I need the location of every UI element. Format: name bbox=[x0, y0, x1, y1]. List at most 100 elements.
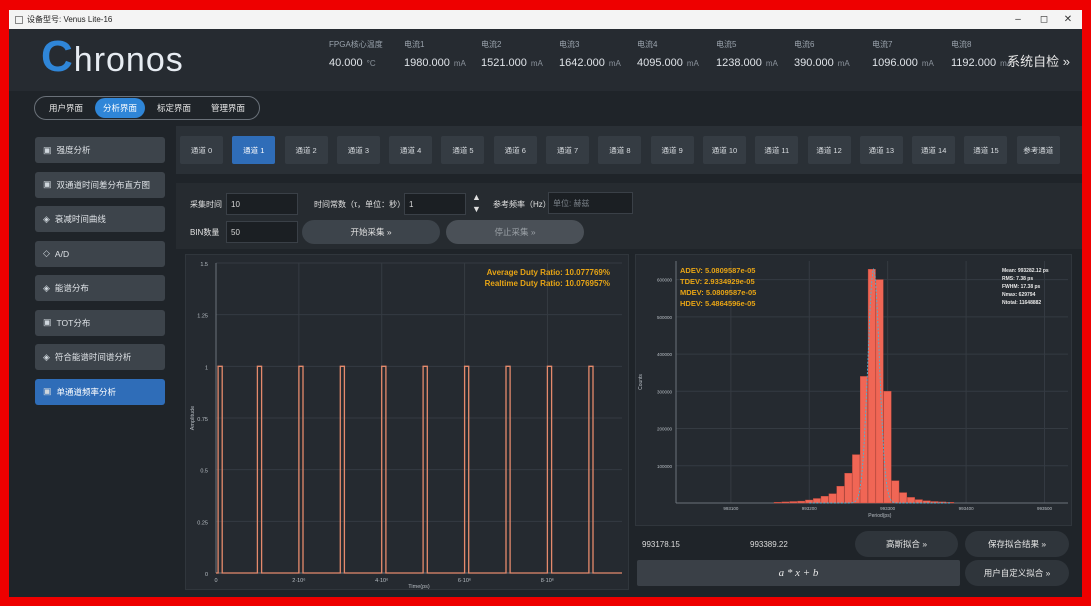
meter-1: 电流1 1980.000 mA bbox=[404, 39, 479, 69]
stop-acquisition-button[interactable]: 停止采集 » bbox=[446, 220, 584, 244]
channel-tab-0[interactable]: 通道 0 bbox=[180, 136, 223, 164]
histogram-stat-text: Mean: 993282.12 ps bbox=[1002, 268, 1049, 274]
sidebar-item-icon: ◈ bbox=[43, 213, 50, 224]
histogram-stat-text: Nmax: 629794 bbox=[1002, 292, 1036, 298]
sidebar-item-3[interactable]: ◇ A/D bbox=[35, 240, 165, 267]
meter-number: 40.000 bbox=[329, 57, 363, 69]
channel-tab-1[interactable]: 通道 1 bbox=[232, 136, 276, 164]
period-histogram-chart: 600000 500000 400000 300000 200000 100000 9931… bbox=[635, 254, 1072, 526]
channel-tab-9[interactable]: 通道 9 bbox=[650, 136, 694, 164]
meter-unit: mA bbox=[921, 59, 934, 68]
channel-tab-16[interactable]: 参考通道 bbox=[1016, 136, 1060, 164]
y-tick-label: 100000 bbox=[657, 464, 673, 469]
sidebar-item-0[interactable]: ▣ 强度分析 bbox=[35, 137, 165, 163]
histogram-bar bbox=[828, 493, 837, 504]
histogram-bar bbox=[797, 500, 806, 504]
fit-max-value[interactable]: 993389.22 bbox=[744, 531, 844, 557]
meter-label: 电流1 bbox=[404, 40, 425, 49]
custom-fit-button[interactable]: 用户自定义拟合 » bbox=[965, 560, 1069, 586]
sidebar-item-icon: ▣ bbox=[43, 144, 52, 155]
channel-tab-3[interactable]: 通道 3 bbox=[336, 136, 380, 164]
gaussian-fit-button[interactable]: 高斯拟合 » bbox=[855, 531, 958, 557]
meter-7: 电流7 1096.000 mA bbox=[872, 39, 947, 69]
histogram-bar bbox=[946, 502, 955, 504]
meter-unit: mA bbox=[765, 59, 778, 68]
histogram-bar bbox=[899, 492, 907, 504]
histogram-bar bbox=[836, 485, 845, 504]
sidebar-item-label: 能谱分布 bbox=[54, 283, 89, 293]
channel-tab-8[interactable]: 通道 8 bbox=[598, 136, 642, 164]
sidebar-item-1[interactable]: ▣ 双通道时间差分布直方图 bbox=[35, 171, 165, 198]
nav-tab-2[interactable]: 标定界面 bbox=[149, 98, 199, 118]
time-const-input[interactable]: 1 bbox=[404, 193, 466, 215]
channel-tab-11[interactable]: 通道 11 bbox=[755, 136, 799, 164]
meter-value: 390.000 mA bbox=[794, 57, 850, 69]
sidebar-item-2[interactable]: ◈ 衰减时间曲线 bbox=[35, 206, 165, 232]
channel-tab-15[interactable]: 通道 15 bbox=[964, 136, 1008, 164]
channel-tab-6[interactable]: 通道 6 bbox=[493, 136, 537, 164]
meter-number: 1642.000 bbox=[559, 57, 605, 69]
meter-2: 电流2 1521.000 mA bbox=[481, 39, 556, 69]
average-duty-ratio-text: Average Duty Ratio: 10.077769% bbox=[487, 268, 610, 277]
maximize-button[interactable]: ◻ bbox=[1032, 10, 1056, 29]
sidebar-item-4[interactable]: ◈ 能谱分布 bbox=[35, 275, 165, 301]
sample-time-input[interactable]: 10 bbox=[226, 193, 298, 215]
histogram-bar bbox=[914, 499, 923, 504]
meter-6: 电流6 390.000 mA bbox=[794, 39, 869, 69]
meter-value: 1980.000 mA bbox=[404, 57, 466, 69]
main-nav: 用户界面 分析界面 标定界面 管理界面 bbox=[34, 96, 261, 120]
y-tick-label: 0 bbox=[205, 572, 208, 578]
sidebar-item-label: TOT分布 bbox=[56, 317, 91, 328]
start-acquisition-button[interactable]: 开始采集 » bbox=[302, 220, 440, 244]
adev-text: ADEV: 5.0809587e-05 bbox=[680, 266, 755, 275]
histogram-bar bbox=[875, 279, 884, 504]
channel-tab-4[interactable]: 通道 4 bbox=[389, 136, 433, 164]
meter-number: 390.000 bbox=[794, 57, 834, 69]
save-fit-button[interactable]: 保存拟合结果 » bbox=[965, 531, 1069, 557]
sidebar-item-label: 符合能谱时间谱分析 bbox=[54, 352, 132, 362]
nav-tab-0[interactable]: 用户界面 bbox=[41, 98, 91, 118]
nav-tab-1[interactable]: 分析界面 bbox=[95, 98, 146, 118]
minimize-button[interactable]: – bbox=[1006, 10, 1030, 29]
x-tick-label: 0 bbox=[214, 578, 217, 584]
histogram-bar bbox=[891, 480, 900, 504]
sidebar-item-7[interactable]: ▣ 单通道频率分析 bbox=[35, 378, 165, 405]
histogram-bar bbox=[805, 499, 813, 504]
channel-tab-2[interactable]: 通道 2 bbox=[284, 136, 328, 164]
self-check-button[interactable]: 系统自检 » bbox=[1007, 51, 1070, 70]
channel-tab-7[interactable]: 通道 7 bbox=[546, 136, 590, 164]
spinner-arrows-icon[interactable]: ▲ ▼ bbox=[472, 191, 481, 215]
ref-freq-input[interactable]: 单位: 赫兹 bbox=[548, 192, 633, 214]
sidebar-item-5[interactable]: ▣ TOT分布 bbox=[35, 309, 165, 336]
close-button[interactable]: ✕ bbox=[1056, 10, 1080, 29]
meter-label: 电流8 bbox=[951, 40, 972, 49]
x-tick-label: 993300 bbox=[880, 506, 896, 511]
y-tick-label: 200000 bbox=[657, 427, 673, 432]
meter-unit: mA bbox=[453, 59, 466, 68]
fit-min-value[interactable]: 993178.15 bbox=[636, 531, 736, 557]
sidebar-item-6[interactable]: ◈ 符合能谱时间谱分析 bbox=[35, 344, 165, 370]
histogram-bar bbox=[883, 391, 892, 504]
histogram-bar bbox=[781, 501, 790, 504]
meter-label: 电流2 bbox=[481, 40, 502, 49]
histogram-bar bbox=[789, 501, 798, 504]
meter-value: 1096.000 mA bbox=[872, 57, 934, 69]
title-bar: 设备型号: Venus Lite-16 – ◻ ✕ bbox=[9, 10, 1082, 29]
bin-count-input[interactable]: 50 bbox=[226, 221, 298, 243]
meter-label: 电流6 bbox=[794, 40, 815, 49]
x-tick-label: 993400 bbox=[959, 506, 975, 511]
channel-tab-14[interactable]: 通道 14 bbox=[912, 136, 956, 164]
realtime-duty-ratio-text: Realtime Duty Ratio: 10.076957% bbox=[485, 279, 610, 288]
channel-tab-5[interactable]: 通道 5 bbox=[441, 136, 485, 164]
histogram-bar bbox=[867, 268, 876, 504]
meter-number: 1096.000 bbox=[872, 57, 918, 69]
duty-cycle-plot: 1.5 1.25 1 0.75 0.5 0.25 00 2·10⁶ 4·10⁶ 6·10⁶ 8·10… bbox=[190, 262, 622, 590]
channel-tab-12[interactable]: 通道 12 bbox=[807, 136, 851, 164]
nav-tab-3[interactable]: 管理界面 bbox=[203, 98, 253, 118]
channel-tab-13[interactable]: 通道 13 bbox=[859, 136, 903, 164]
sidebar-item-icon: ◈ bbox=[43, 351, 50, 362]
fit-formula-input[interactable]: a * x + b bbox=[637, 560, 960, 586]
channel-tab-10[interactable]: 通道 10 bbox=[702, 136, 746, 164]
y-tick-label: 500000 bbox=[657, 315, 673, 320]
x-tick-label: 6·10⁶ bbox=[458, 577, 471, 584]
